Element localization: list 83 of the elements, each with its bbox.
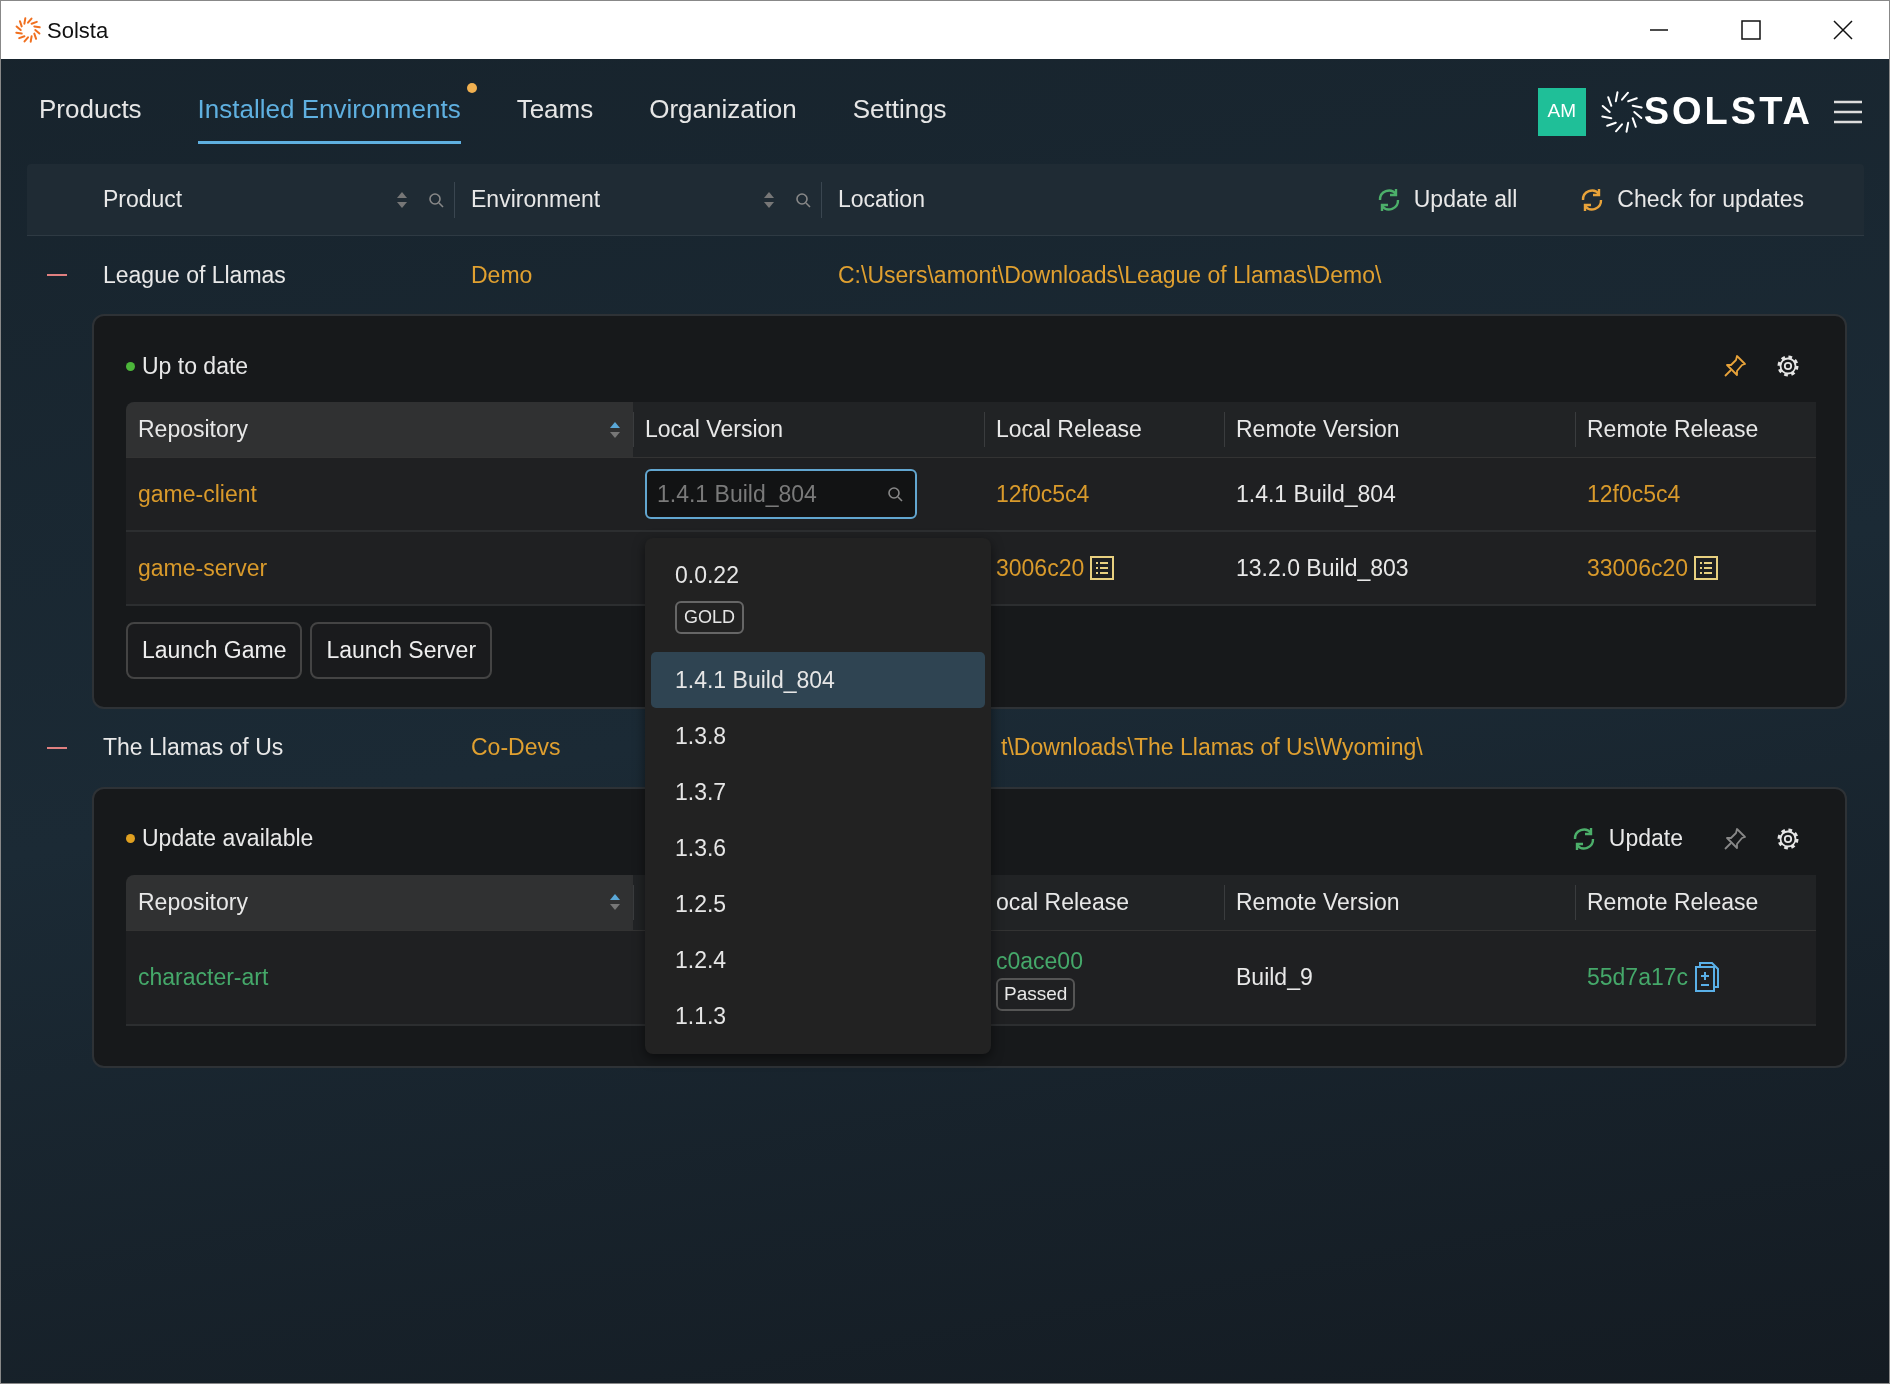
column-header[interactable]: Repository (126, 402, 633, 458)
collapse-icon[interactable] (47, 745, 67, 750)
action-button[interactable]: Check for updates (1579, 182, 1804, 217)
nav-tab[interactable]: Settings (852, 79, 947, 144)
nav-tab[interactable]: Products (39, 79, 142, 144)
status-text: Update available (142, 824, 314, 854)
search-icon[interactable] (428, 191, 444, 208)
version-text: 13.2.0 Build_803 (1236, 553, 1409, 583)
status-badge: Passed (996, 978, 1076, 1011)
window-title: Solsta (47, 16, 109, 45)
column-header: Local Version (633, 402, 984, 458)
column-header[interactable]: Environment (471, 182, 601, 217)
app-logo-icon (15, 17, 41, 43)
product-name: The Llamas of Us (103, 733, 285, 763)
nav-tab[interactable]: Organization (649, 79, 797, 144)
sort-icon[interactable] (609, 893, 621, 911)
settings-button[interactable] (1775, 353, 1801, 379)
close-icon (1833, 20, 1853, 40)
version-search-field[interactable]: 1.4.1 Build_804 (645, 469, 917, 519)
launch-button[interactable]: Launch Game (126, 622, 303, 679)
minimize-icon (1649, 29, 1669, 31)
version-text: 1.4.1 Build_804 (1236, 479, 1396, 509)
environment-name: Co-Devs (471, 733, 561, 763)
dropdown-option[interactable]: 1.1.3 (651, 988, 985, 1044)
release-hash[interactable]: 12f0c5c4 (996, 476, 1090, 512)
maximize-icon (1741, 20, 1761, 40)
version-text: Build_9 (1236, 962, 1313, 992)
option-label: 1.2.4 (675, 945, 728, 975)
sort-icon[interactable] (396, 190, 408, 209)
column-header[interactable]: Repository (126, 874, 633, 931)
dropdown-option[interactable]: 1.2.4 (651, 932, 985, 988)
logo-text: SOLSTA (1643, 89, 1813, 134)
release-hash[interactable]: 12f0c5c4 (1587, 476, 1681, 512)
column-header: Remote Release (1575, 874, 1816, 931)
sort-icon[interactable] (763, 190, 775, 209)
option-label: 1.4.1 Build_804 (675, 665, 836, 695)
option-label: 1.3.7 (675, 777, 728, 807)
list-icon[interactable] (1090, 556, 1115, 580)
option-label: 1.3.8 (675, 721, 728, 751)
release-hash[interactable]: 3006c20 (996, 550, 1085, 586)
column-header[interactable]: Location (838, 182, 925, 217)
search-icon[interactable] (795, 191, 811, 208)
status-text: Up to date (142, 351, 249, 381)
option-label: 1.1.3 (675, 1001, 728, 1031)
column-header: Remote Version (1224, 874, 1575, 931)
column-header: Remote Version (1224, 402, 1575, 458)
dropdown-option[interactable]: 1.3.7 (651, 764, 985, 820)
dropdown-option[interactable]: 1.3.8 (651, 708, 985, 764)
collapse-icon[interactable] (47, 273, 67, 277)
action-button[interactable]: Update all (1375, 182, 1518, 217)
option-label: 1.2.5 (675, 889, 728, 919)
dropdown-option[interactable]: 1.2.5 (651, 876, 985, 932)
search-icon (887, 486, 903, 502)
release-hash[interactable]: 55d7a17c (1587, 959, 1689, 995)
dropdown-option[interactable]: 0.0.22 GOLD (651, 548, 985, 652)
dropdown-option[interactable]: 1.4.1 Build_804 (651, 652, 985, 708)
location-path: t\Downloads\The Llamas of Us\Wyoming\ (1001, 734, 1423, 761)
release-hash[interactable]: 33006c20 (1587, 550, 1689, 586)
repository-name[interactable]: game-server (138, 550, 268, 586)
product-name: League of Llamas (103, 260, 287, 290)
launch-button[interactable]: Launch Server (310, 622, 493, 679)
dropdown-option[interactable]: 1.3.6 (651, 820, 985, 876)
sort-icon[interactable] (609, 420, 621, 439)
option-label: 0.0.22 (675, 561, 740, 590)
list-icon[interactable] (1694, 556, 1719, 580)
nav-tab[interactable]: Installed Environments (197, 79, 461, 144)
column-header[interactable]: Product (103, 182, 183, 217)
location-path: C:\Users\amont\Downloads\League of Llamas\Demo\ (838, 261, 1382, 288)
repository-name[interactable]: game-client (138, 476, 257, 512)
nav-tab[interactable]: Teams (516, 79, 594, 144)
release-hash[interactable]: c0ace00 (996, 943, 1083, 978)
logo-icon (1599, 89, 1644, 134)
pin-button[interactable] (1723, 354, 1747, 378)
version-tag: GOLD (675, 600, 744, 634)
menu-icon[interactable] (1833, 98, 1863, 125)
repository-name[interactable]: character-art (138, 959, 269, 995)
environment-name: Demo (471, 260, 533, 290)
pin-button[interactable] (1723, 826, 1747, 851)
column-header: Remote Release (1575, 402, 1816, 458)
file-diff-icon[interactable] (1694, 962, 1721, 992)
option-label: 1.3.6 (675, 833, 728, 863)
column-header: Local Release (984, 402, 1224, 458)
update-button[interactable]: Update (1570, 821, 1683, 856)
